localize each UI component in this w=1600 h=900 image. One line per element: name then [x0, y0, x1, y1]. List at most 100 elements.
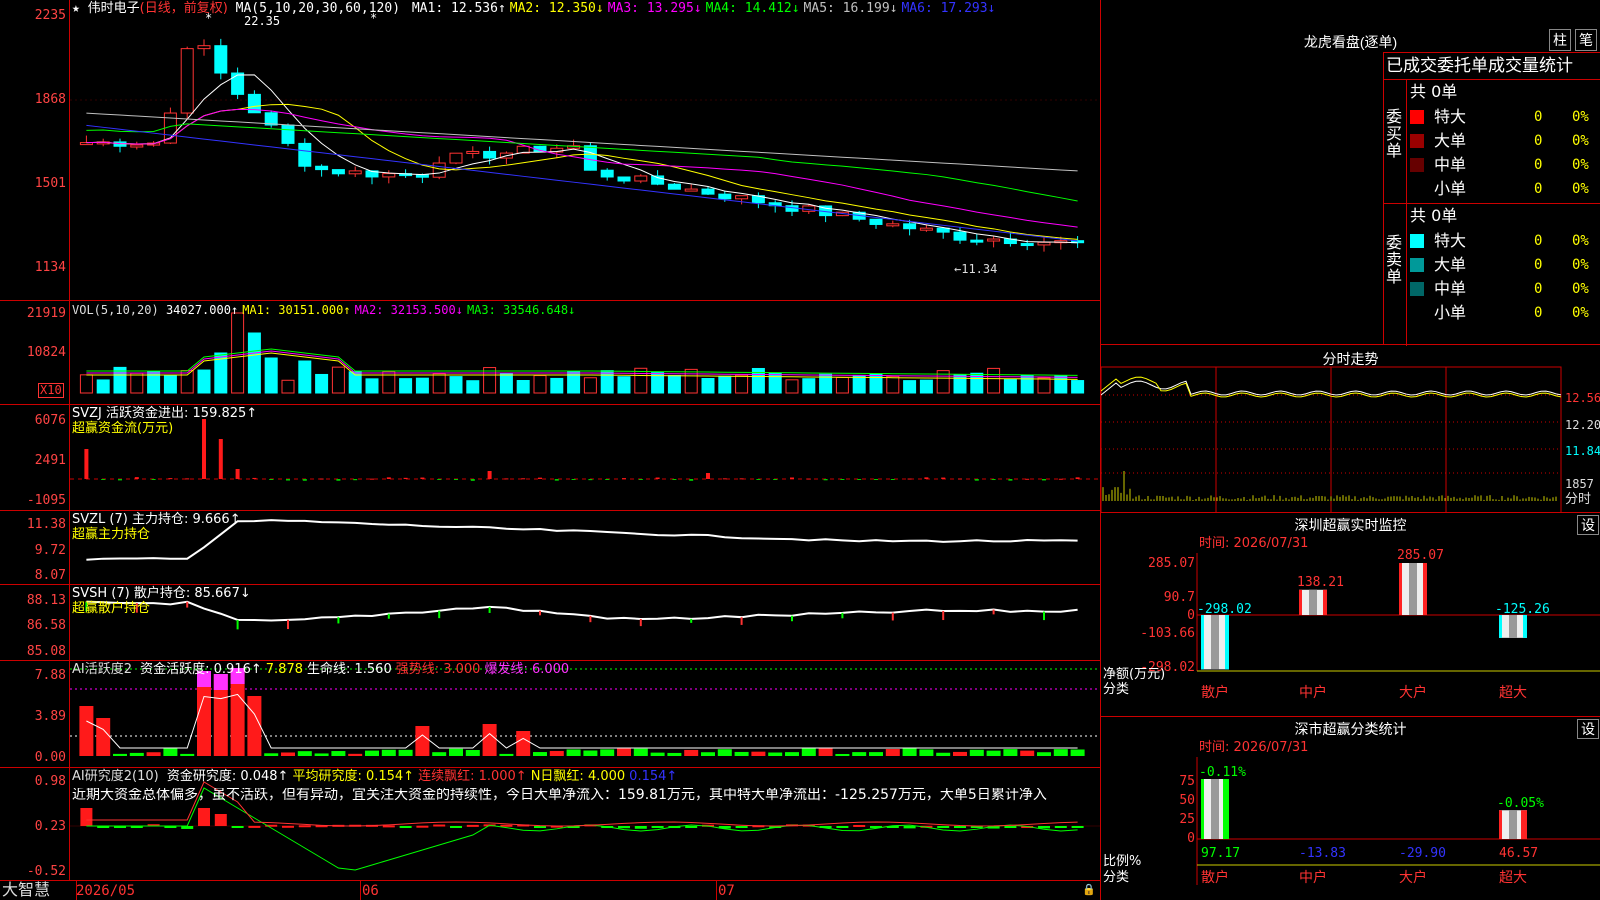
candle: [953, 231, 967, 241]
flow-bar: [336, 479, 341, 481]
svsh-pane[interactable]: 88.13 86.58 85.08 SVSH (7) 散户持仓: 85.667↓…: [0, 584, 1100, 660]
volume-bar: [197, 369, 211, 394]
flow-bar: [353, 479, 358, 481]
activity-bar: [348, 753, 363, 756]
retail-tick: [992, 609, 995, 615]
candle: [331, 169, 345, 175]
order-row-count: 0: [1534, 157, 1543, 173]
tick-view-button[interactable]: 笔: [1575, 29, 1597, 51]
volume-bar: [533, 375, 547, 394]
volume-bar: [684, 368, 698, 394]
chart-mode[interactable]: (日线，前复权): [140, 1, 228, 16]
order-swatch: [1410, 182, 1424, 196]
volume-bar: [852, 374, 866, 394]
research-bar: [634, 826, 647, 829]
activity-bar: [684, 749, 699, 756]
flow-bar: [101, 479, 106, 480]
order-swatch: [1410, 258, 1424, 272]
activity-bar: [717, 749, 732, 756]
flow-bar: [470, 479, 475, 481]
stock-name[interactable]: 伟时电子: [88, 1, 140, 16]
volume-bar: [617, 376, 631, 394]
classify-y-tick: 50: [1179, 793, 1195, 808]
flow-bar: [857, 479, 862, 480]
candle: [180, 48, 194, 114]
volume-bar: [835, 376, 849, 394]
flow-bar: [504, 478, 509, 480]
activity-bar: [953, 751, 967, 756]
flow-bar: [974, 479, 979, 481]
volume-bar: [634, 367, 648, 394]
svzj-pane[interactable]: 6076 2491 -1095 SVZJ 活跃资金进出: 159.825↑ 超赢…: [0, 404, 1100, 510]
flow-bar: [386, 477, 391, 479]
flow-bar: [420, 477, 425, 479]
activity-bar: [801, 748, 816, 756]
ratio-value-label: -29.90: [1399, 846, 1446, 861]
candle: [583, 145, 597, 171]
candle: [231, 72, 245, 95]
ma-legend: MA1: 12.536↑ MA2: 12.350↓ MA3: 13.295↓ MA4:…: [408, 1, 996, 16]
volume-bar: [331, 366, 345, 394]
intraday-chart[interactable]: [1101, 345, 1600, 513]
volume-header: VOL(5,10,20) 34027.000↑ MA1: 30151.000↑ MA…: [72, 303, 575, 317]
activity-bar: [852, 752, 867, 756]
research-bar: [1071, 826, 1084, 828]
ai-research-pane[interactable]: 0.98 0.23 -0.52 AI研究度2(10) 资金研究度: 0.048↑…: [0, 767, 1100, 880]
volume-bar: [869, 373, 883, 394]
ai-activity-pane[interactable]: 7.88 3.89 0.00 AI活跃度2 资金活跃度: 0.916↑ 7.878…: [0, 660, 1100, 767]
volume-bar: [718, 375, 732, 394]
ma-legend-item: MA4: 14.412↓: [705, 1, 800, 16]
volume-bar: [583, 377, 597, 394]
ai-activity-item: 7.878: [265, 662, 303, 677]
volume-bar: [298, 360, 312, 394]
ai-research-header: AI研究度2(10) 资金研究度: 0.048↑ 平均研究度: 0.154↑ 连续飘…: [72, 770, 677, 784]
x-date-label: 2026/05: [76, 883, 136, 899]
volume-bar: [247, 332, 261, 394]
lock-icon[interactable]: 🔒: [1082, 883, 1096, 897]
retail-tick: [539, 610, 541, 616]
intraday-panel[interactable]: 分时走势 12.56 12.20 11.84 1857 分时: [1100, 344, 1600, 513]
volume-bar: [415, 377, 429, 394]
category-label: 散户: [1201, 869, 1229, 886]
activity-bar: [482, 724, 497, 756]
ai-research-chart[interactable]: [0, 768, 1100, 881]
retail-tick: [236, 619, 239, 630]
volume-bar: [264, 357, 278, 394]
ma-legend-item: MA6: 17.293↓: [901, 1, 996, 16]
ai-activity-legend: 资金活跃度: 0.916↑ 7.878 生命线: 1.560 强势线: 3.000 爆发…: [136, 662, 569, 677]
candlestick-chart[interactable]: * *: [0, 0, 1100, 300]
activity-bar: [516, 731, 531, 756]
flow-bar: [84, 449, 89, 479]
kline-header: ★ 伟时电子(日线，前复权) MA(5,10,20,30,60,120) MA1…: [72, 2, 995, 16]
volume-bar: [96, 379, 110, 394]
flow-bar: [605, 479, 610, 480]
kline-pane[interactable]: 2235 1868 1501 1134 * * ★ 伟时电子(日线，前复权) MA…: [0, 0, 1100, 300]
realtime-monitor-panel[interactable]: 深圳超赢实时监控 设 时间: 2026/07/31 -298.02 散户 138.2…: [1100, 512, 1600, 716]
svzl-pane[interactable]: 11.38 9.72 8.07 SVZL (7) 主力持仓: 9.666↑ 超赢…: [0, 510, 1100, 584]
ratio-bar: [1201, 779, 1229, 839]
research-bar: [903, 826, 916, 829]
research-bar: [298, 825, 311, 828]
activity-bar: [701, 752, 715, 756]
candle: [718, 193, 732, 200]
volume-bar: [735, 374, 749, 394]
flow-bar: [554, 479, 559, 481]
research-bar: [685, 826, 698, 828]
volume-pane[interactable]: 21919 10824 X10 VOL(5,10,20) 34027.000↑ M…: [0, 300, 1100, 404]
retail-tick: [740, 617, 743, 625]
ai-activity-chart[interactable]: [0, 661, 1100, 768]
volume-bar: [600, 370, 614, 394]
candle: [214, 45, 228, 74]
flow-bar: [773, 479, 778, 480]
buy-total: 共 0单: [1410, 82, 1458, 101]
activity-bar: [398, 749, 413, 756]
bar-view-button[interactable]: 柱: [1549, 29, 1571, 51]
svsh-title: SVSH (7) 散户持仓: 85.667↓: [72, 586, 251, 601]
flow-bar: [722, 478, 727, 480]
sell-orders-section: 委卖单 共 0单 特大 0 0% 大单 0 0% 中单 0 0% 小单 0 0%: [1384, 203, 1600, 346]
retail-tick: [891, 612, 894, 621]
activity-bar: [247, 696, 262, 756]
flow-bar: [151, 479, 156, 480]
classify-stats-panel[interactable]: 深市超赢分类统计 设 时间: 2026/07/31 -0.11% 97.17 散户 -…: [1100, 716, 1600, 900]
ratio-bar-chart[interactable]: -0.11% 97.17 散户 -13.83 中户 -29.90 大户 -0.05% 46.57…: [1101, 717, 1600, 900]
